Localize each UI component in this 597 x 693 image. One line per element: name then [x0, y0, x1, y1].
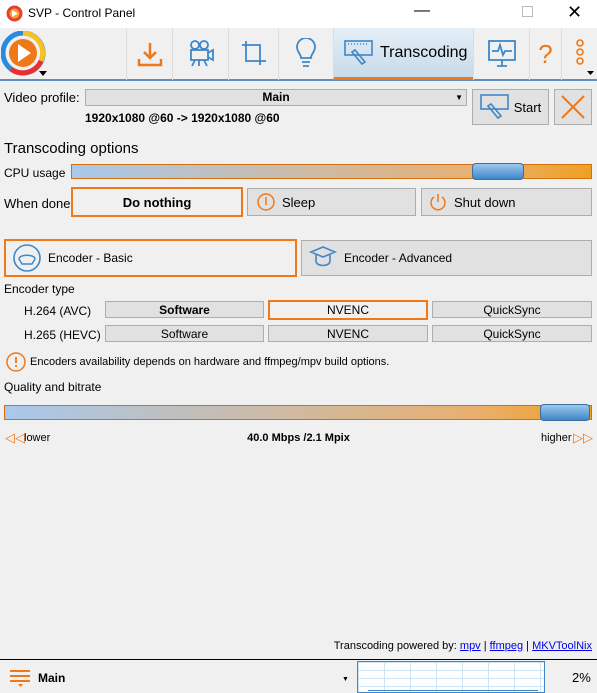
chevron-down-icon: ▼ — [455, 93, 463, 102]
svp-menu-button[interactable] — [1, 31, 51, 79]
tab-transcoding[interactable]: Transcoding — [333, 28, 473, 80]
chevron-down-icon[interactable]: ▼ — [342, 676, 349, 683]
status-bar: Main ▼ 2% — [0, 659, 597, 693]
lightbulb-icon — [296, 38, 316, 67]
video-camera-icon — [189, 40, 214, 67]
start-label: Start — [513, 99, 542, 115]
warning-icon — [6, 352, 26, 372]
video-profile-select[interactable]: Main ▼ — [85, 89, 467, 106]
quality-slider[interactable] — [4, 404, 592, 421]
section-title: Transcoding options — [4, 140, 139, 157]
tab-encoder-basic[interactable]: Encoder - Basic — [4, 239, 297, 277]
sleep-button[interactable]: Sleep — [247, 188, 416, 216]
video-profile-label: Video profile: — [4, 90, 80, 105]
mkvtoolnix-link[interactable]: MKVToolNix — [532, 640, 592, 652]
mpv-link[interactable]: mpv — [460, 640, 481, 652]
toolbar: Transcoding ? — [0, 28, 597, 81]
when-done-label: When done — [4, 196, 71, 211]
video-profile-value: Main — [262, 90, 290, 104]
tab-encoder-basic-label: Encoder - Basic — [48, 251, 133, 265]
bitrate-value: 40.0 Mbps /2.1 Mpix — [247, 432, 350, 444]
h265-software-button[interactable]: Software — [105, 325, 264, 342]
powered-by: Transcoding powered by: mpv | ffmpeg | M… — [334, 640, 592, 652]
window-title: SVP - Control Panel — [28, 6, 136, 20]
separator: | — [483, 640, 487, 652]
monitor-icon — [487, 40, 516, 67]
tab-video[interactable] — [172, 28, 228, 80]
maximize-button[interactable] — [522, 6, 533, 17]
ffmpeg-link[interactable]: ffmpeg — [490, 640, 523, 652]
close-icon — [561, 95, 585, 119]
h265-quicksync-button[interactable]: QuickSync — [432, 325, 592, 342]
h264-label: H.264 (AVC) — [24, 304, 92, 318]
tab-encoder-advanced[interactable]: Encoder - Advanced — [301, 240, 592, 276]
sleep-icon — [257, 193, 275, 211]
higher-label: higher — [541, 432, 572, 444]
transcoding-icon — [479, 94, 509, 120]
slider-thumb[interactable] — [472, 163, 524, 180]
quality-title: Quality and bitrate — [4, 380, 102, 394]
start-button[interactable]: Start — [472, 89, 549, 125]
tab-monitor[interactable] — [473, 28, 529, 80]
more-icon — [575, 39, 594, 75]
download-icon — [137, 43, 162, 67]
h264-software-button[interactable]: Software — [105, 301, 264, 318]
h265-nvenc-button[interactable]: NVENC — [268, 325, 428, 342]
h264-quicksync-button[interactable]: QuickSync — [432, 301, 592, 318]
power-icon — [430, 194, 446, 211]
h265-label: H.265 (HEVC) — [24, 328, 101, 342]
tab-tips[interactable] — [278, 28, 333, 80]
minimize-button[interactable]: — — [414, 2, 430, 20]
menu-icon[interactable] — [10, 669, 32, 687]
slider-thumb[interactable] — [540, 404, 590, 421]
encoder-note: Encoders availability depends on hardwar… — [30, 356, 390, 368]
tab-transcoding-label: Transcoding — [380, 43, 468, 61]
encoder-type-label: Encoder type — [4, 282, 75, 296]
cancel-button[interactable] — [554, 89, 592, 125]
title-bar: SVP - Control Panel — ✕ — [0, 0, 597, 28]
tab-crop[interactable] — [228, 28, 278, 80]
h264-nvenc-button[interactable]: NVENC — [268, 300, 428, 320]
app-logo-icon — [6, 5, 23, 22]
transcoding-icon — [344, 39, 373, 65]
cpu-usage-label: CPU usage — [4, 166, 66, 180]
help-icon: ? — [538, 38, 553, 69]
shutdown-button[interactable]: Shut down — [421, 188, 592, 216]
higher-arrows-icon: ▷▷ — [573, 430, 593, 445]
profile-info: 1920x1080 @60 -> 1920x1080 @60 — [85, 111, 280, 125]
encoder-basic-icon — [13, 244, 41, 272]
tab-encoder-advanced-label: Encoder - Advanced — [344, 251, 453, 265]
tab-more[interactable] — [561, 28, 597, 80]
tab-download[interactable] — [126, 28, 172, 80]
separator: | — [526, 640, 530, 652]
cpu-graph — [357, 661, 545, 693]
tab-help[interactable]: ? — [529, 28, 561, 80]
encoder-advanced-icon — [308, 246, 338, 267]
close-button[interactable]: ✕ — [567, 2, 582, 23]
powered-by-label: Transcoding powered by: — [333, 640, 457, 652]
crop-icon — [241, 41, 266, 65]
cpu-usage-slider[interactable] — [71, 163, 592, 180]
do-nothing-button[interactable]: Do nothing — [71, 187, 243, 217]
status-profile[interactable]: Main — [38, 671, 65, 685]
cpu-percent: 2% — [572, 670, 591, 685]
sleep-label: Sleep — [282, 194, 316, 210]
shutdown-label: Shut down — [454, 194, 516, 210]
